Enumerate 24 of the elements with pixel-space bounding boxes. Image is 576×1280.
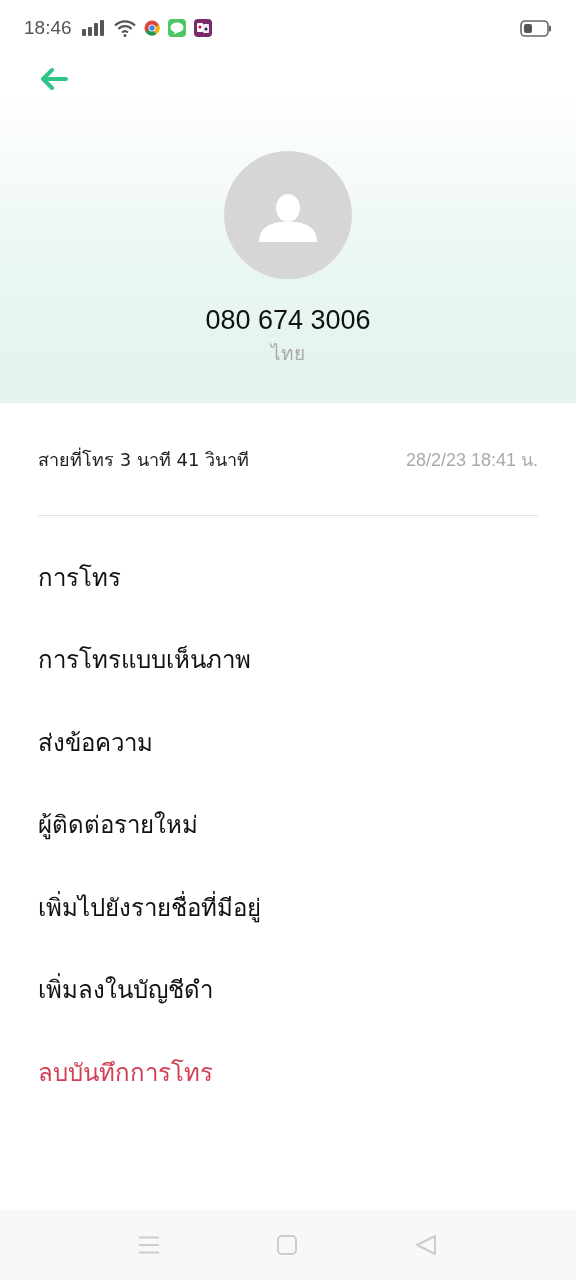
- chat-icon: [167, 19, 186, 37]
- back-button[interactable]: [40, 68, 68, 90]
- home-icon[interactable]: [277, 1235, 297, 1255]
- number-location: ไทย: [271, 341, 305, 366]
- game-app-icon: [193, 19, 212, 37]
- menu-icon[interactable]: [139, 1236, 159, 1254]
- action-item[interactable]: การโทรแบบเห็นภาพ: [0, 618, 576, 701]
- back-icon[interactable]: [415, 1234, 437, 1256]
- action-item[interactable]: ลบบันทึกการโทร: [0, 1031, 576, 1114]
- action-item[interactable]: ส่งข้อความ: [0, 701, 576, 784]
- action-item[interactable]: ผู้ติดต่อรายใหม่: [0, 783, 576, 866]
- battery-icon: [520, 19, 552, 37]
- call-duration: สายที่โทร 3 นาที 41 วินาที: [38, 446, 250, 472]
- wifi-icon: [113, 19, 136, 37]
- browser-icon: [143, 20, 160, 36]
- status-time: 18:46: [24, 17, 72, 39]
- action-item[interactable]: การโทร: [0, 536, 576, 619]
- action-item[interactable]: เพิ่มลงในบัญชีดำ: [0, 948, 576, 1031]
- action-item[interactable]: เพิ่มไปยังรายชื่อที่มีอยู่: [0, 866, 576, 949]
- signal-icon: [81, 20, 106, 36]
- call-timestamp: 28/2/23 18:41 น.: [405, 448, 538, 472]
- back-arrow-icon: [40, 68, 68, 90]
- phone-number: 080 674 3006: [205, 305, 371, 336]
- person-icon: [259, 194, 317, 242]
